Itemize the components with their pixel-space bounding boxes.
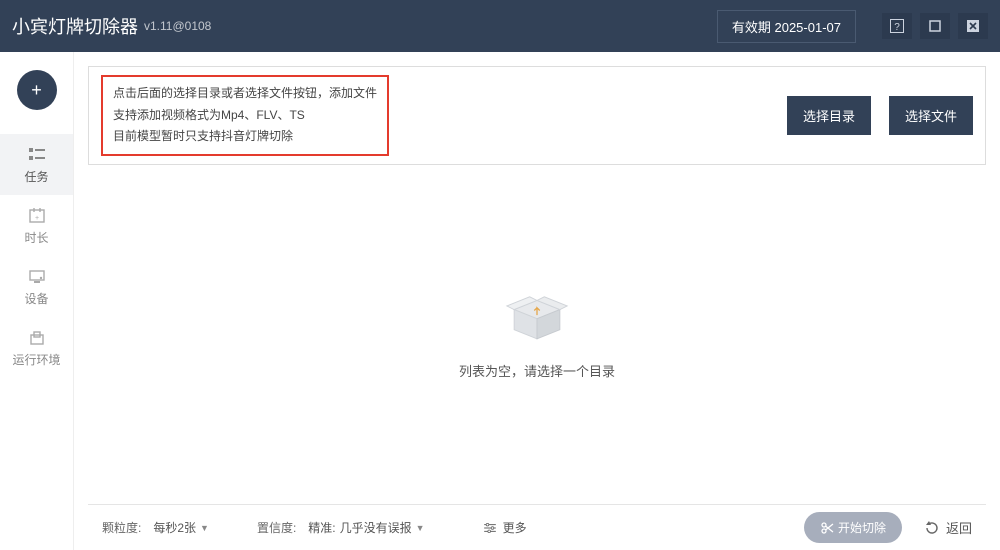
add-button[interactable]: + [17,70,57,110]
back-button[interactable]: 返回 [924,518,972,537]
sidebar-item-label: 运行环境 [12,353,60,367]
info-text-box: 点击后面的选择目录或者选择文件按钮，添加文件 支持添加视频格式为Mp4、FLV、… [101,75,389,156]
confidence-value: 几乎没有误报 [340,519,412,536]
back-icon [924,521,940,535]
confidence-prefix: 精准: [308,519,335,536]
more-label: 更多 [503,519,527,536]
start-cut-label: 开始切除 [838,519,886,536]
maximize-icon [929,20,941,32]
help-button[interactable]: ? [882,13,912,39]
select-directory-button[interactable]: 选择目录 [787,96,871,135]
chevron-down-icon: ▼ [200,523,209,533]
close-icon [967,20,979,32]
confidence-label: 置信度: [257,519,296,536]
app-title: 小宾灯牌切除器 [12,13,138,39]
close-button[interactable] [958,13,988,39]
bottom-bar: 颗粒度: 每秒2张 ▼ 置信度: 精准: 几乎没有误报 ▼ 更多 开始切除 [88,504,986,550]
device-icon [27,268,47,286]
start-cut-button[interactable]: 开始切除 [804,512,902,543]
select-file-button[interactable]: 选择文件 [889,96,973,135]
grain-label: 颗粒度: [102,519,141,536]
sidebar: + 任务 + 时长 设备 运行环境 [0,52,74,550]
sidebar-item-device[interactable]: 设备 [0,256,73,317]
grain-select[interactable]: 每秒2张 ▼ [149,517,213,538]
empty-box-icon [505,289,569,343]
sidebar-item-duration[interactable]: + 时长 [0,195,73,256]
question-icon: ? [890,19,904,33]
maximize-button[interactable] [920,13,950,39]
svg-text:+: + [34,215,38,222]
back-label: 返回 [946,518,972,537]
confidence-select[interactable]: 精准: 几乎没有误报 ▼ [304,517,428,538]
grain-value: 每秒2张 [153,519,196,536]
tasks-icon [27,146,47,164]
sidebar-item-label: 任务 [24,170,48,184]
expiry-badge: 有效期 2025-01-07 [717,10,856,43]
sliders-icon [483,523,497,533]
scissors-icon [820,521,834,535]
more-button[interactable]: 更多 [483,519,527,536]
sidebar-item-label: 设备 [24,292,48,306]
runtime-icon [27,329,47,347]
duration-icon: + [27,207,47,225]
info-line-2: 支持添加视频格式为Mp4、FLV、TS [113,105,377,127]
plus-icon: + [31,80,42,101]
sidebar-item-tasks[interactable]: 任务 [0,134,73,195]
main-area: 点击后面的选择目录或者选择文件按钮，添加文件 支持添加视频格式为Mp4、FLV、… [74,52,1000,550]
empty-state: 列表为空，请选择一个目录 [74,165,1000,504]
svg-text:?: ? [894,22,900,33]
sidebar-item-label: 时长 [24,231,48,245]
info-line-1: 点击后面的选择目录或者选择文件按钮，添加文件 [113,83,377,105]
chevron-down-icon: ▼ [416,523,425,533]
titlebar: 小宾灯牌切除器 v1.11@0108 有效期 2025-01-07 ? [0,0,1000,52]
sidebar-item-runtime[interactable]: 运行环境 [0,317,73,378]
info-bar: 点击后面的选择目录或者选择文件按钮，添加文件 支持添加视频格式为Mp4、FLV、… [88,66,986,165]
info-line-3: 目前模型暂时只支持抖音灯牌切除 [113,126,377,148]
app-version: v1.11@0108 [144,19,211,33]
empty-text: 列表为空，请选择一个目录 [459,361,615,380]
